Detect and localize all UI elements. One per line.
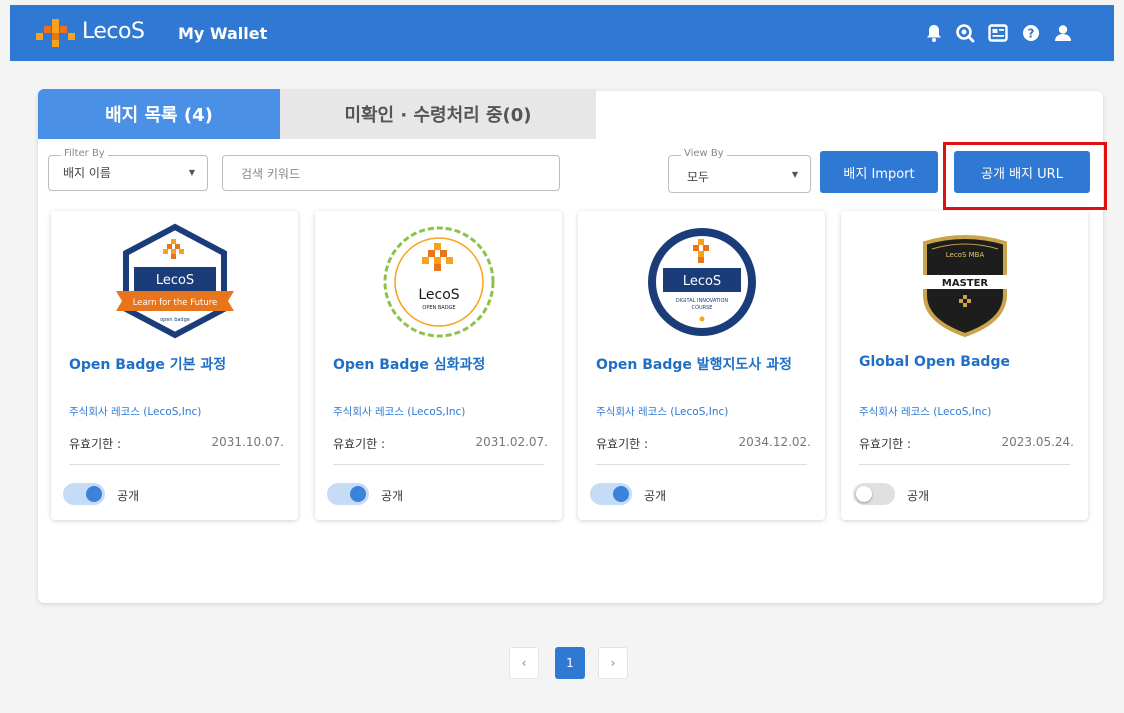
toggle-knob [856,486,872,502]
prev-page-button[interactable]: ‹ [509,647,539,679]
public-toggle[interactable] [590,483,632,505]
search-badge-icon[interactable] [954,22,976,44]
badge-art-small: open badge [160,317,190,323]
divider [859,464,1070,465]
view-by-value: 모두 [687,170,710,184]
badge-expiry-label: 유효기한 : [596,437,649,451]
public-toggle-label: 공개 [907,489,930,503]
badge-art-line1: DIGITAL INNOVATION [676,298,729,304]
badge-expiry-date: 2031.02.07. [475,435,548,449]
divider [69,464,280,465]
id-card-icon[interactable] [987,22,1009,44]
badge-image: LecoS DIGITAL INNOVATION COURSE [648,228,756,336]
toggle-knob [86,486,102,502]
divider [333,464,544,465]
badge-import-button[interactable]: 배지 Import [820,151,938,193]
badge-image: LecoS Learn for the Future open badge [116,223,234,339]
top-bar: LecoS My Wallet ? [10,5,1114,61]
filter-by-legend: Filter By [61,148,108,159]
view-by-select[interactable]: View By 모두 ▼ [668,148,811,193]
divider [596,464,807,465]
bell-icon[interactable] [923,22,945,44]
badge-expiry-date: 2023.05.24. [1001,435,1074,449]
chevron-down-icon: ▼ [188,168,195,177]
badge-card[interactable]: LecoS MBA MASTER Global Open Badge 주식회사 … [841,211,1088,520]
filter-by-value: 배지 이름 [63,166,111,180]
badge-issuer: 주식회사 레코스 (LecoS,Inc) [69,406,202,418]
public-toggle-label: 공개 [381,489,404,503]
badge-name[interactable]: Open Badge 기본 과정 [69,354,226,374]
app-title: My Wallet [178,24,268,43]
badge-expiry-label: 유효기한 : [333,437,386,451]
next-page-button[interactable]: › [598,647,628,679]
badge-image: LecoS OPEN BADGE [383,226,495,338]
tab-pending-badges[interactable]: 미확인 · 수령처리 중(0) [280,89,596,139]
badge-card[interactable]: LecoS Learn for the Future open badge Op… [51,211,298,520]
badge-art-brand: LecoS [418,287,459,303]
public-toggle[interactable] [327,483,369,505]
public-toggle-label: 공개 [644,489,667,503]
badge-issuer: 주식회사 레코스 (LecoS,Inc) [596,406,729,418]
public-toggle[interactable] [63,483,105,505]
toggle-knob [613,486,629,502]
page-1-button[interactable]: 1 [555,647,585,679]
user-icon[interactable] [1052,22,1074,44]
badge-issuer: 주식회사 레코스 (LecoS,Inc) [333,406,466,418]
badge-expiry-date: 2031.10.07. [211,435,284,449]
badge-art-arc: LecoS MBA [946,251,985,259]
badge-art-brand: LecoS [156,273,194,288]
help-icon[interactable]: ? [1020,22,1042,44]
lecos-logo-icon [36,19,75,47]
badge-art-ribbon: Learn for the Future [133,298,218,308]
search-placeholder: 검색 키워드 [241,167,301,181]
brand-name[interactable]: LecoS [82,19,145,44]
toggle-knob [350,486,366,502]
badge-art-small: OPEN BADGE [422,305,455,311]
badge-art-brand: LecoS [683,274,721,289]
svg-text:?: ? [1028,27,1035,41]
badge-card[interactable]: LecoS OPEN BADGE Open Badge 심화과정 주식회사 레코… [315,211,562,520]
public-toggle-label: 공개 [117,489,140,503]
badge-image: LecoS MBA MASTER [920,235,1010,338]
badge-card[interactable]: LecoS DIGITAL INNOVATION COURSE Open Bad… [578,211,825,520]
badge-issuer: 주식회사 레코스 (LecoS,Inc) [859,406,992,418]
public-toggle[interactable] [853,483,895,505]
tab-badge-list[interactable]: 배지 목록 (4) [38,89,280,139]
chevron-down-icon: ▼ [791,170,798,179]
search-input[interactable]: 검색 키워드 [222,155,560,191]
badge-expiry-label: 유효기한 : [69,437,122,451]
badge-expiry-label: 유효기한 : [859,437,912,451]
badge-art-line2: COURSE [692,305,713,311]
highlight-box [943,142,1107,210]
badge-expiry-date: 2034.12.02. [738,435,811,449]
badge-art-main: MASTER [942,278,989,289]
badge-name[interactable]: Open Badge 발행지도사 과정 [596,354,792,374]
badge-name[interactable]: Global Open Badge [859,354,1010,370]
badge-name[interactable]: Open Badge 심화과정 [333,354,485,374]
filter-by-select[interactable]: Filter By 배지 이름 ▼ [48,148,208,191]
view-by-legend: View By [681,148,727,159]
